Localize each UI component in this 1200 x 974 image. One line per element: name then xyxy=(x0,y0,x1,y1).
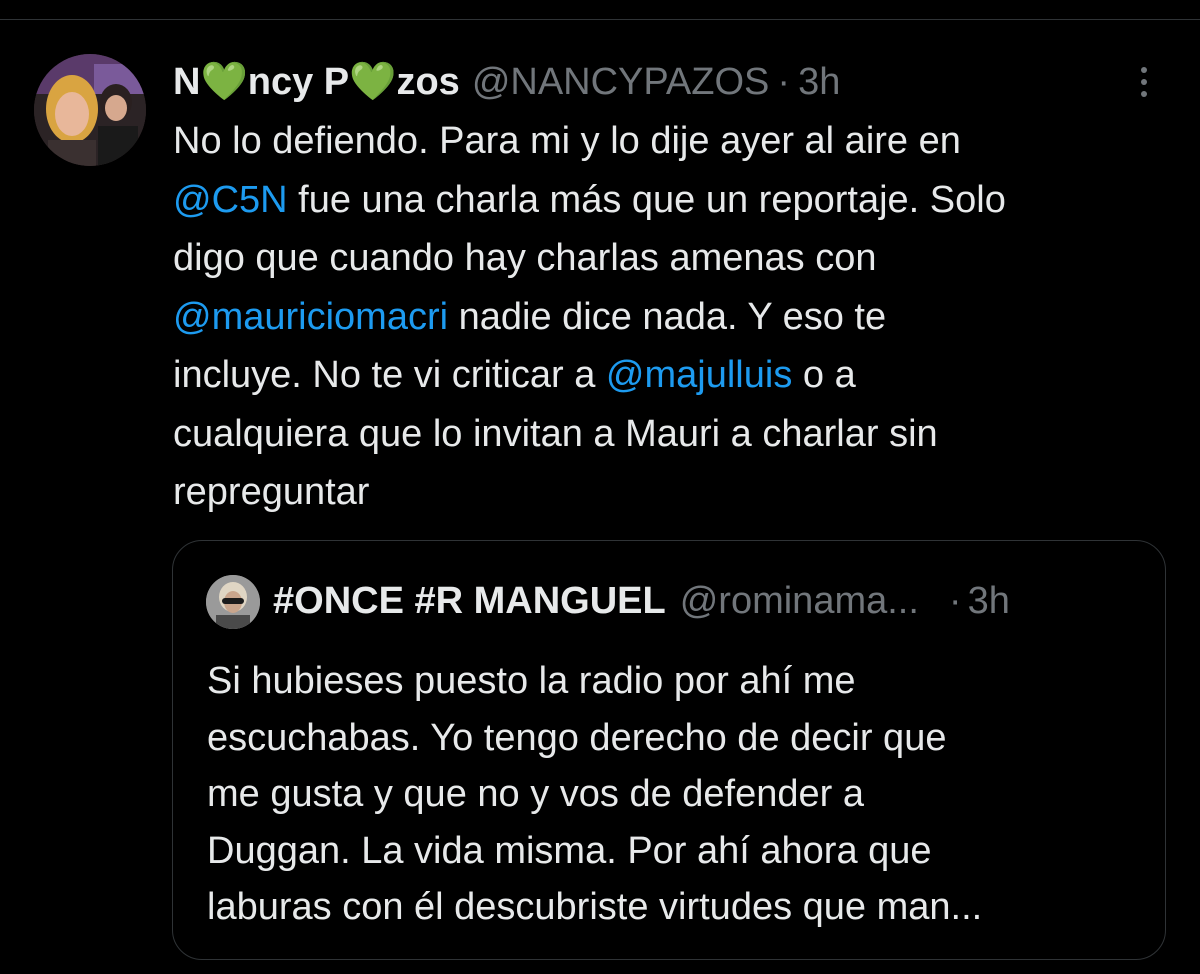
mention-link[interactable]: @C5N xyxy=(173,179,288,221)
avatar[interactable] xyxy=(34,54,146,166)
quoted-tweet[interactable]: #ONCE #R MANGUEL @rominama... · 3h Si hu… xyxy=(172,540,1166,960)
tweet-text-segment: nadie dice nada. Y eso te xyxy=(448,295,887,338)
tweet-text-line: @C5N fue una charla más que un reportaje… xyxy=(173,171,1173,230)
top-divider xyxy=(0,0,1200,20)
quoted-text-line: escuchabas. Yo tengo derecho de decir qu… xyxy=(207,716,947,759)
quoted-text-line: Duggan. La vida misma. Por ahí ahora que xyxy=(207,829,932,872)
tweet-text: No lo defiendo. Para mi y lo dije ayer a… xyxy=(173,112,1173,522)
tweet-text-segment: o a xyxy=(792,354,856,396)
tweet[interactable]: N💚ncy P💚zos @NANCYPAZOS · 3h No lo defie… xyxy=(0,20,1200,974)
quoted-separator-dot: · xyxy=(948,579,962,622)
tweet-text-line: repreguntar xyxy=(173,463,1173,522)
more-dot xyxy=(1141,91,1147,97)
tweet-header: N💚ncy P💚zos @NANCYPAZOS · 3h xyxy=(173,56,840,108)
tweet-text-line: @mauriciomacri nadie dice nada. Y eso te xyxy=(173,288,1173,347)
quoted-display-name[interactable]: #ONCE #R MANGUEL xyxy=(273,580,666,623)
quoted-timestamp[interactable]: 3h xyxy=(968,580,1010,623)
quoted-avatar-photo xyxy=(206,575,260,629)
timestamp[interactable]: 3h xyxy=(798,56,840,108)
quoted-text-line: laburas con él descubriste virtudes que … xyxy=(207,886,983,928)
tweet-text-segment: incluye. No te vi criticar a xyxy=(173,354,606,396)
more-vertical-icon[interactable] xyxy=(1128,60,1160,104)
tweet-text-segment: digo que cuando hay charlas amenas con xyxy=(173,237,877,279)
tweet-text-segment: repreguntar xyxy=(173,471,370,513)
tweet-text-segment: cualquiera que lo invitan a Mauri a char… xyxy=(173,412,938,455)
more-dot xyxy=(1141,67,1147,73)
quoted-text-line: Si hubieses puesto la radio por ahí me xyxy=(207,660,856,702)
tweet-text-segment: No lo defiendo. Para mi y lo dije ayer a… xyxy=(173,120,961,162)
quoted-text-line: me gusta y que no y vos de defender a xyxy=(207,773,864,815)
quoted-header: #ONCE #R MANGUEL @rominama... · 3h xyxy=(273,571,1135,631)
quoted-user-handle[interactable]: @rominama... xyxy=(680,580,919,623)
display-name[interactable]: N💚ncy P💚zos xyxy=(173,56,460,108)
mention-link[interactable]: @mauriciomacri xyxy=(173,296,448,338)
tweet-text-line: digo que cuando hay charlas amenas con xyxy=(173,229,1173,288)
user-handle[interactable]: @NANCYPAZOS xyxy=(472,56,770,108)
more-dot xyxy=(1141,79,1147,85)
tweet-text-line: cualquiera que lo invitan a Mauri a char… xyxy=(173,405,1173,464)
quoted-avatar[interactable] xyxy=(206,575,260,629)
separator-dot: · xyxy=(777,61,791,103)
tweet-text-line: incluye. No te vi criticar a @majulluis … xyxy=(173,346,1173,405)
mention-link[interactable]: @majulluis xyxy=(606,354,792,396)
tweet-text-segment: fue una charla más que un reportaje. Sol… xyxy=(287,178,1006,221)
tweet-text-line: No lo defiendo. Para mi y lo dije ayer a… xyxy=(173,112,1173,171)
quoted-text: Si hubieses puesto la radio por ahí me es… xyxy=(207,653,1147,936)
avatar-photo xyxy=(34,54,146,166)
